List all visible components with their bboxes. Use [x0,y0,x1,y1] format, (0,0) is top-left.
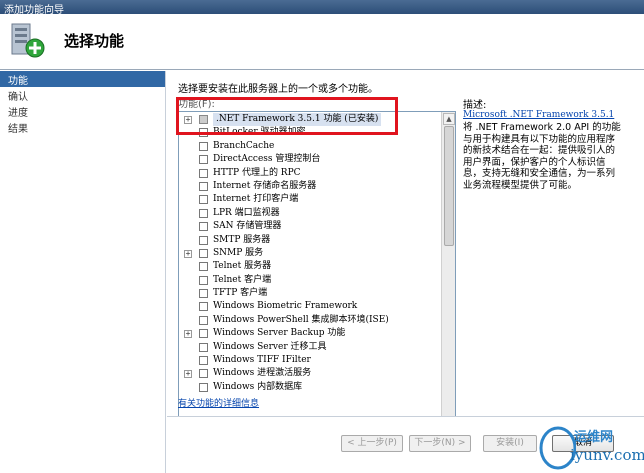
feature-checkbox[interactable] [199,356,208,366]
feature-label: DirectAccess 管理控制台 [213,154,321,165]
window-titlebar: 添加功能向导 [0,0,644,16]
feature-label: SAN 存储管理器 [213,221,282,232]
wizard-nav: 功能 确认 进度 结果 [0,71,166,473]
feature-checkbox[interactable] [199,235,208,245]
feature-row[interactable]: + Windows Server Backup 功能 [179,327,441,340]
feature-label: Internet 存储命名服务器 [213,180,317,191]
feature-row[interactable]: + SNMP 服务 [179,247,441,260]
feature-label: HTTP 代理上的 RPC [213,167,301,178]
nav-item-features[interactable]: 功能 [0,71,165,87]
feature-label: Telnet 服务器 [213,261,272,272]
feature-row[interactable]: SMTP 服务器 [179,234,441,247]
scroll-up-icon[interactable]: ▲ [443,113,455,125]
description-body: 将 .NET Framework 2.0 API 的功能与用于构建具有以下功能的… [463,122,621,191]
feature-checkbox[interactable] [199,248,208,258]
feature-label: Windows 内部数据库 [213,381,303,392]
feature-checkbox[interactable] [199,262,208,272]
nav-item-progress[interactable]: 进度 [0,103,165,119]
feature-checkbox[interactable] [199,369,208,379]
feature-checkbox[interactable] [199,275,208,285]
wizard-header: 选择功能 [0,14,644,70]
feature-checkbox[interactable] [199,329,208,339]
feature-label: Windows Server Backup 功能 [213,328,346,339]
features-list: + .NET Framework 3.5.1 功能 (已安装) BitLocke… [179,113,441,394]
feature-checkbox[interactable] [199,382,208,392]
feature-label: Windows PowerShell 集成脚本环境(ISE) [213,314,389,325]
watermark-url: iyunv.com [570,446,644,464]
feature-checkbox[interactable] [199,342,208,352]
nav-item-results[interactable]: 结果 [0,119,165,135]
feature-label: Windows Server 迁移工具 [213,341,327,352]
expand-icon[interactable]: + [184,370,192,379]
server-add-icon [11,23,45,58]
feature-checkbox[interactable] [199,195,208,205]
feature-row[interactable]: Telnet 客户端 [179,274,441,287]
feature-label: LPR 端口监视器 [213,207,280,218]
feature-checkbox[interactable] [199,141,208,151]
feature-checkbox[interactable] [199,168,208,178]
feature-row[interactable]: + Windows 进程激活服务 [179,367,441,380]
page-title: 选择功能 [64,32,125,50]
feature-label: TFTP 客户端 [213,288,268,299]
feature-label: Internet 打印客户端 [213,194,299,205]
feature-row[interactable]: LPR 端口监视器 [179,207,441,220]
feature-checkbox[interactable] [199,222,208,232]
feature-row[interactable]: DirectAccess 管理控制台 [179,153,441,166]
feature-row[interactable]: HTTP 代理上的 RPC [179,167,441,180]
feature-row[interactable]: TFTP 客户端 [179,287,441,300]
more-info-link[interactable]: 有关功能的详细信息 [178,396,259,409]
feature-checkbox[interactable] [199,289,208,299]
feature-label: Windows TIFF IFilter [213,355,311,366]
feature-label: Telnet 客户端 [213,274,272,285]
description-link[interactable]: Microsoft .NET Framework 3.5.1 [463,110,614,120]
description-label: 描述: [463,100,487,111]
feature-row[interactable]: Internet 存储命名服务器 [179,180,441,193]
feature-checkbox[interactable] [199,208,208,218]
instruction-text: 选择要安装在此服务器上的一个或多个功能。 [178,84,378,95]
install-button[interactable]: 安装(I) [483,435,537,452]
feature-row[interactable]: Windows TIFF IFilter [179,354,441,367]
back-button[interactable]: < 上一步(P) [341,435,403,452]
feature-row[interactable]: Windows Biometric Framework [179,300,441,313]
next-button[interactable]: 下一步(N) > [409,435,471,452]
watermark-text: 运维网 [574,430,614,445]
feature-label: BranchCache [213,140,275,151]
feature-row[interactable]: Telnet 服务器 [179,260,441,273]
feature-label: Windows Biometric Framework [213,301,358,312]
feature-checkbox[interactable] [199,181,208,191]
feature-checkbox[interactable] [199,315,208,325]
nav-item-confirm[interactable]: 确认 [0,87,165,103]
feature-label: Windows 进程激活服务 [213,368,312,379]
scroll-thumb[interactable] [444,126,454,246]
feature-checkbox[interactable] [199,155,208,165]
feature-row[interactable]: BranchCache [179,140,441,153]
feature-label: SMTP 服务器 [213,234,271,245]
feature-row[interactable]: Windows 内部数据库 [179,381,441,394]
annotation-highlight-box [176,97,398,135]
feature-label: SNMP 服务 [213,247,264,258]
feature-row[interactable]: Windows Server 迁移工具 [179,341,441,354]
expand-icon[interactable]: + [184,249,192,258]
features-scrollbar[interactable]: ▲ ▼ [441,112,455,458]
expand-icon[interactable]: + [184,330,192,339]
watermark: 运维网 iyunv.com [536,420,644,473]
feature-row[interactable]: Windows PowerShell 集成脚本环境(ISE) [179,314,441,327]
feature-row[interactable]: SAN 存储管理器 [179,220,441,233]
feature-checkbox[interactable] [199,302,208,312]
feature-row[interactable]: Internet 打印客户端 [179,193,441,206]
